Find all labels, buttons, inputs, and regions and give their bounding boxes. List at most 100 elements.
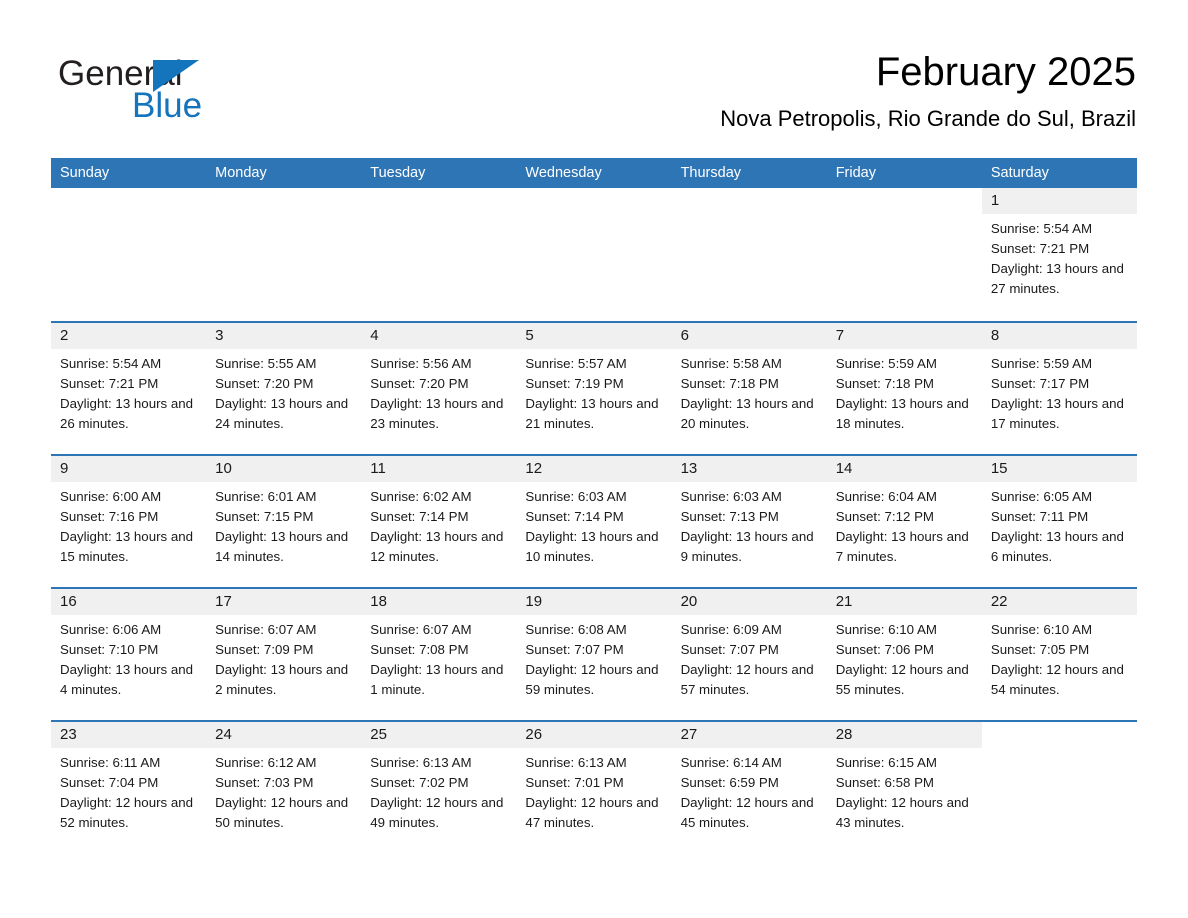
daylight-text: Daylight: 12 hours and 50 minutes.	[215, 795, 349, 830]
day-number: 16	[60, 593, 77, 610]
page-header: General Blue February 2025 Nova Petropol…	[0, 0, 1188, 158]
day-cell[interactable]: 8 Sunrise: 5:59 AM Sunset: 7:17 PM Daylight…	[981, 323, 1137, 454]
calendar-grid: Sunday Monday Tuesday Wednesday Thursday…	[51, 158, 1137, 853]
sunrise-text: Sunrise: 5:56 AM	[370, 356, 472, 371]
day-number-band	[361, 188, 516, 214]
daylight-text: Daylight: 12 hours and 59 minutes.	[525, 662, 659, 697]
day-number-band: 7	[826, 323, 982, 349]
day-number-band: 1	[981, 188, 1137, 214]
calendar-week-row: 9 Sunrise: 6:00 AM Sunset: 7:16 PM Daylight…	[51, 454, 1137, 587]
day-number: 13	[680, 460, 698, 477]
day-cell[interactable]: 17 Sunrise: 6:07 AM Sunset: 7:09 PM Dayligh…	[206, 589, 362, 720]
day-cell[interactable]: 10 Sunrise: 6:01 AM Sunset: 7:15 PM Dayligh…	[206, 456, 362, 587]
sunset-text: Sunset: 7:14 PM	[525, 509, 624, 524]
day-number-band: 22	[981, 589, 1137, 615]
day-cell[interactable]: 25 Sunrise: 6:13 AM Sunset: 7:02 PM Dayligh…	[361, 722, 517, 853]
sunrise-text: Sunrise: 6:00 AM	[60, 489, 162, 504]
day-number: 6	[680, 327, 689, 344]
sunrise-text: Sunrise: 6:08 AM	[525, 622, 627, 637]
day-details: Sunrise: 6:12 AM Sunset: 7:03 PM Daylight:…	[206, 748, 361, 833]
general-blue-logo[interactable]: General Blue	[58, 54, 388, 130]
sunset-text: Sunset: 7:16 PM	[60, 509, 159, 524]
sunset-text: Sunset: 7:01 PM	[525, 775, 624, 790]
day-number-band: 10	[206, 456, 362, 482]
sunrise-text: Sunrise: 6:03 AM	[525, 489, 627, 504]
calendar-week-row: 1 Sunrise: 5:54 AM Sunset: 7:21 PM Daylight…	[51, 188, 1137, 321]
day-number: 4	[370, 327, 379, 344]
day-cell[interactable]: 13 Sunrise: 6:03 AM Sunset: 7:13 PM Dayligh…	[671, 456, 827, 587]
day-cell[interactable]: 6 Sunrise: 5:58 AM Sunset: 7:18 PM Daylight…	[671, 323, 827, 454]
sunrise-text: Sunrise: 6:02 AM	[370, 489, 472, 504]
sunset-text: Sunset: 7:17 PM	[990, 376, 1090, 391]
sunrise-text: Sunrise: 6:04 AM	[835, 489, 937, 504]
day-cell[interactable]: 9 Sunrise: 6:00 AM Sunset: 7:16 PM Daylight…	[51, 456, 207, 587]
calendar-page: General Blue February 2025 Nova Petropol…	[0, 0, 1188, 918]
day-cell[interactable]: 5 Sunrise: 5:57 AM Sunset: 7:19 PM Daylight…	[516, 323, 672, 454]
day-details: Sunrise: 6:03 AM Sunset: 7:13 PM Daylight:…	[672, 482, 827, 567]
sunrise-text: Sunrise: 6:03 AM	[680, 489, 782, 504]
day-number-band	[982, 722, 1137, 748]
day-cell[interactable]: 14 Sunrise: 6:04 AM Sunset: 7:12 PM Dayligh…	[826, 456, 982, 587]
sunset-text: Sunset: 7:08 PM	[370, 642, 469, 657]
day-cell[interactable]: 1 Sunrise: 5:54 AM Sunset: 7:21 PM Daylight…	[981, 188, 1137, 321]
day-number-band	[672, 188, 827, 214]
day-details: Sunrise: 6:13 AM Sunset: 7:01 PM Daylight:…	[516, 748, 671, 833]
day-number-band: 24	[206, 722, 362, 748]
sunset-text: Sunset: 7:21 PM	[60, 376, 159, 391]
daylight-text: Daylight: 13 hours and 4 minutes.	[60, 662, 194, 697]
day-details: Sunrise: 6:01 AM Sunset: 7:15 PM Daylight:…	[206, 482, 361, 567]
day-number-band	[51, 188, 206, 214]
weekday-header-tuesday: Tuesday	[370, 165, 426, 181]
day-number: 7	[835, 327, 845, 344]
daylight-text: Daylight: 13 hours and 14 minutes.	[215, 529, 349, 564]
day-cell[interactable]: 23 Sunrise: 6:11 AM Sunset: 7:04 PM Dayligh…	[51, 722, 207, 853]
day-cell[interactable]: 16 Sunrise: 6:06 AM Sunset: 7:10 PM Dayligh…	[51, 589, 207, 720]
day-number: 18	[370, 593, 387, 610]
day-cell-empty	[981, 722, 1137, 853]
daylight-text: Daylight: 13 hours and 17 minutes.	[990, 396, 1124, 431]
day-cell[interactable]: 22 Sunrise: 6:10 AM Sunset: 7:05 PM Dayligh…	[981, 589, 1137, 720]
day-cell[interactable]: 18 Sunrise: 6:07 AM Sunset: 7:08 PM Dayligh…	[361, 589, 517, 720]
day-cell[interactable]: 12 Sunrise: 6:03 AM Sunset: 7:14 PM Dayligh…	[516, 456, 672, 587]
sunrise-text: Sunrise: 6:09 AM	[680, 622, 782, 637]
daylight-text: Daylight: 13 hours and 21 minutes.	[525, 396, 659, 431]
day-cell[interactable]: 27 Sunrise: 6:14 AM Sunset: 6:59 PM Dayligh…	[671, 722, 827, 853]
sunrise-text: Sunrise: 5:59 AM	[990, 356, 1093, 371]
day-number: 15	[990, 460, 1008, 477]
daylight-text: Daylight: 13 hours and 10 minutes.	[525, 529, 659, 564]
day-number: 1	[990, 192, 1000, 209]
day-cell[interactable]: 20 Sunrise: 6:09 AM Sunset: 7:07 PM Dayligh…	[671, 589, 827, 720]
sunrise-text: Sunrise: 5:57 AM	[525, 356, 627, 371]
day-details: Sunrise: 6:08 AM Sunset: 7:07 PM Daylight:…	[516, 615, 671, 700]
day-details: Sunrise: 6:10 AM Sunset: 7:06 PM Daylight:…	[827, 615, 982, 700]
day-cell[interactable]: 24 Sunrise: 6:12 AM Sunset: 7:03 PM Dayligh…	[206, 722, 362, 853]
sunrise-text: Sunrise: 6:11 AM	[60, 755, 161, 770]
daylight-text: Daylight: 13 hours and 18 minutes.	[835, 396, 969, 431]
day-details: Sunrise: 6:07 AM Sunset: 7:09 PM Daylight:…	[206, 615, 361, 700]
sunset-text: Sunset: 7:09 PM	[215, 642, 314, 657]
day-number-band: 8	[981, 323, 1137, 349]
day-number-band	[827, 188, 982, 214]
day-cell[interactable]: 2 Sunrise: 5:54 AM Sunset: 7:21 PM Daylight…	[51, 323, 207, 454]
sunset-text: Sunset: 7:11 PM	[990, 509, 1089, 524]
day-cell[interactable]: 4 Sunrise: 5:56 AM Sunset: 7:20 PM Daylight…	[361, 323, 517, 454]
day-cell[interactable]: 7 Sunrise: 5:59 AM Sunset: 7:18 PM Daylight…	[826, 323, 982, 454]
day-cell[interactable]: 21 Sunrise: 6:10 AM Sunset: 7:06 PM Dayligh…	[826, 589, 982, 720]
day-number: 23	[60, 726, 77, 743]
page-title: February 2025	[875, 50, 1136, 94]
day-details: Sunrise: 5:54 AM Sunset: 7:21 PM Daylight:…	[982, 214, 1137, 299]
weekday-header-thursday: Thursday	[680, 165, 742, 181]
day-cell[interactable]: 28 Sunrise: 6:15 AM Sunset: 6:58 PM Dayligh…	[826, 722, 982, 853]
sunrise-text: Sunrise: 5:55 AM	[215, 356, 317, 371]
day-cell[interactable]: 19 Sunrise: 6:08 AM Sunset: 7:07 PM Dayligh…	[516, 589, 672, 720]
day-number: 12	[525, 460, 543, 477]
title-block: February 2025 Nova Petropolis, Rio Grand…	[720, 48, 1136, 134]
calendar-week-row: 16 Sunrise: 6:06 AM Sunset: 7:10 PM Dayligh…	[51, 587, 1137, 720]
day-cell[interactable]: 26 Sunrise: 6:13 AM Sunset: 7:01 PM Dayligh…	[516, 722, 672, 853]
sunrise-text: Sunrise: 6:13 AM	[525, 755, 627, 770]
sunset-text: Sunset: 7:03 PM	[215, 775, 314, 790]
day-cell[interactable]: 15 Sunrise: 6:05 AM Sunset: 7:11 PM Dayligh…	[981, 456, 1137, 587]
day-cell[interactable]: 3 Sunrise: 5:55 AM Sunset: 7:20 PM Daylight…	[206, 323, 362, 454]
day-cell[interactable]: 11 Sunrise: 6:02 AM Sunset: 7:14 PM Dayligh…	[361, 456, 517, 587]
day-details: Sunrise: 5:56 AM Sunset: 7:20 PM Daylight:…	[361, 349, 516, 434]
